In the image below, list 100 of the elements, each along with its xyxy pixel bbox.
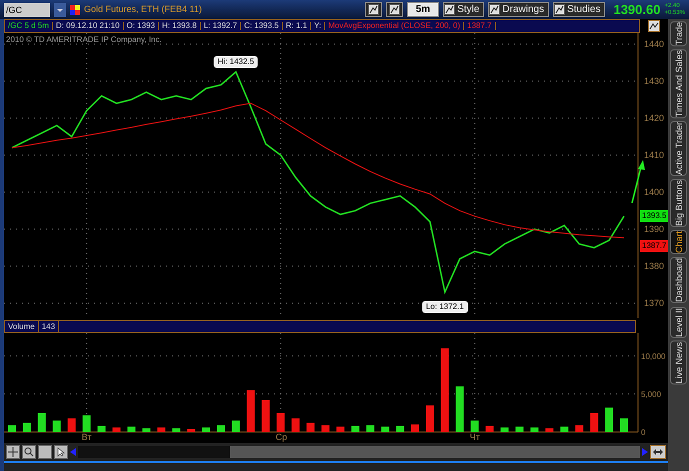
axis-label: 1440 bbox=[644, 39, 664, 50]
volume-bar bbox=[366, 425, 374, 432]
cursor-icon[interactable] bbox=[54, 445, 68, 459]
quote-field: R: 1.1 bbox=[282, 22, 312, 30]
volume-bar bbox=[276, 412, 285, 432]
average-price-badge: 1387.7 bbox=[640, 240, 668, 252]
axis-label: 5,000 bbox=[641, 390, 662, 399]
volume-bar bbox=[157, 427, 166, 432]
quote-field: O: 1393 bbox=[124, 22, 159, 30]
timeframe-button[interactable]: 5m bbox=[406, 2, 440, 17]
axis-label: 1400 bbox=[644, 187, 664, 198]
chart-tool-icon bbox=[388, 4, 400, 15]
volume-bar bbox=[545, 428, 554, 432]
axis-label: 1370 bbox=[644, 298, 664, 308]
chart-tool-icon bbox=[444, 4, 456, 15]
day-label: Вт bbox=[82, 432, 92, 442]
axis-label: 1390 bbox=[644, 224, 664, 234]
volume-bar bbox=[52, 420, 61, 432]
arrow-drawing bbox=[631, 160, 645, 204]
volume-bar bbox=[127, 426, 136, 432]
fit-width-button[interactable] bbox=[650, 445, 666, 459]
horizontal-arrows-icon bbox=[653, 449, 663, 455]
volume-bar bbox=[82, 415, 91, 432]
last-price: 1390.60 bbox=[613, 3, 660, 16]
axis-label: 0 bbox=[641, 428, 646, 437]
study-value: 1387.7 bbox=[464, 22, 496, 30]
toolbar-icon-button[interactable] bbox=[386, 2, 403, 17]
symbol-period: /GC 5 d 5m bbox=[5, 22, 53, 30]
scrollbar-thumb[interactable] bbox=[230, 446, 640, 458]
price-callout: Hi: 1432.5 bbox=[214, 56, 258, 68]
axis-label: 1430 bbox=[644, 76, 664, 86]
scrollbar-track[interactable] bbox=[78, 446, 640, 458]
price-callout: Lo: 1372.1 bbox=[422, 301, 468, 314]
volume-bar bbox=[590, 412, 598, 432]
color-squares-icon bbox=[70, 4, 80, 14]
quote-field: L: 1392.7 bbox=[200, 22, 242, 30]
side-tab[interactable]: Chart bbox=[670, 230, 687, 254]
axis-label: 10,000 bbox=[641, 352, 666, 361]
volume-bar bbox=[605, 408, 614, 432]
axis-label: 1420 bbox=[644, 113, 664, 124]
volume-bar bbox=[500, 427, 509, 432]
chart-tool-icon bbox=[489, 4, 500, 15]
volume-bar bbox=[68, 418, 76, 432]
volume-bar bbox=[98, 426, 106, 432]
toolbar-icon-button[interactable] bbox=[364, 2, 382, 17]
volume-bar bbox=[396, 426, 404, 432]
chart-icon bbox=[648, 20, 660, 32]
chart-tool-icon bbox=[368, 4, 379, 15]
volume-bar bbox=[38, 412, 46, 432]
volume-bar bbox=[381, 426, 390, 432]
study-name: MovAvgExponential (CLOSE, 200, 0) bbox=[325, 22, 464, 30]
volume-bar bbox=[411, 424, 420, 432]
toolbar-button[interactable]: Studies bbox=[553, 2, 606, 17]
quote-field: C: 1393.5 bbox=[241, 22, 283, 30]
day-label: Ср bbox=[276, 432, 288, 442]
volume-bar bbox=[306, 422, 315, 432]
toolbar-button[interactable]: Style bbox=[443, 2, 484, 17]
volume-bar bbox=[560, 426, 568, 432]
side-tab[interactable]: Level II bbox=[670, 306, 687, 338]
axis-label: 1380 bbox=[644, 261, 664, 272]
side-tab[interactable]: Dashboard bbox=[670, 257, 687, 304]
volume-bar bbox=[620, 418, 628, 432]
volume-bar bbox=[426, 405, 434, 432]
volume-bar bbox=[351, 426, 360, 432]
volume-label: Volume bbox=[5, 320, 39, 332]
side-tab[interactable]: Big Buttons bbox=[670, 179, 687, 228]
symbol-field[interactable]: /GC bbox=[4, 2, 50, 16]
instrument-title: Gold Futures, ETH (FEB4 11) bbox=[84, 2, 202, 16]
side-tab[interactable]: Active Trader bbox=[670, 121, 687, 176]
side-tab[interactable]: Times And Sales bbox=[670, 49, 687, 118]
last-price-badge: 1393.5 bbox=[640, 210, 668, 222]
volume-bar bbox=[246, 390, 255, 432]
volume-bar bbox=[456, 386, 464, 432]
zoom-icon[interactable] bbox=[22, 445, 36, 459]
dropdown-icon[interactable] bbox=[54, 2, 66, 16]
volume-bar bbox=[575, 425, 584, 432]
volume-bar bbox=[470, 420, 479, 432]
toolbar-button[interactable]: Drawings bbox=[488, 2, 550, 17]
side-tab[interactable]: Trade bbox=[670, 21, 687, 46]
volume-bar bbox=[22, 422, 31, 432]
volume-bar bbox=[142, 428, 150, 432]
chart-tool-icon bbox=[554, 4, 566, 15]
volume-bar bbox=[172, 428, 180, 432]
volume-bar bbox=[321, 425, 330, 432]
volume-bar bbox=[187, 428, 196, 432]
volume-bar bbox=[202, 427, 210, 432]
volume-bar bbox=[216, 425, 225, 432]
volume-bar bbox=[530, 427, 538, 432]
volume-bar bbox=[262, 400, 270, 432]
volume-bar bbox=[112, 427, 120, 432]
quote-field: Y: bbox=[311, 22, 326, 30]
volume-bar bbox=[8, 425, 16, 432]
volume-bar bbox=[336, 426, 344, 432]
volume-bar bbox=[486, 426, 494, 432]
volume-value: 143 bbox=[38, 320, 60, 332]
side-tab[interactable]: Live News bbox=[670, 340, 687, 384]
volume-bar bbox=[292, 418, 300, 432]
volume-bar bbox=[516, 426, 524, 432]
day-label: Чт bbox=[470, 432, 480, 442]
grid-icon[interactable] bbox=[6, 445, 20, 459]
